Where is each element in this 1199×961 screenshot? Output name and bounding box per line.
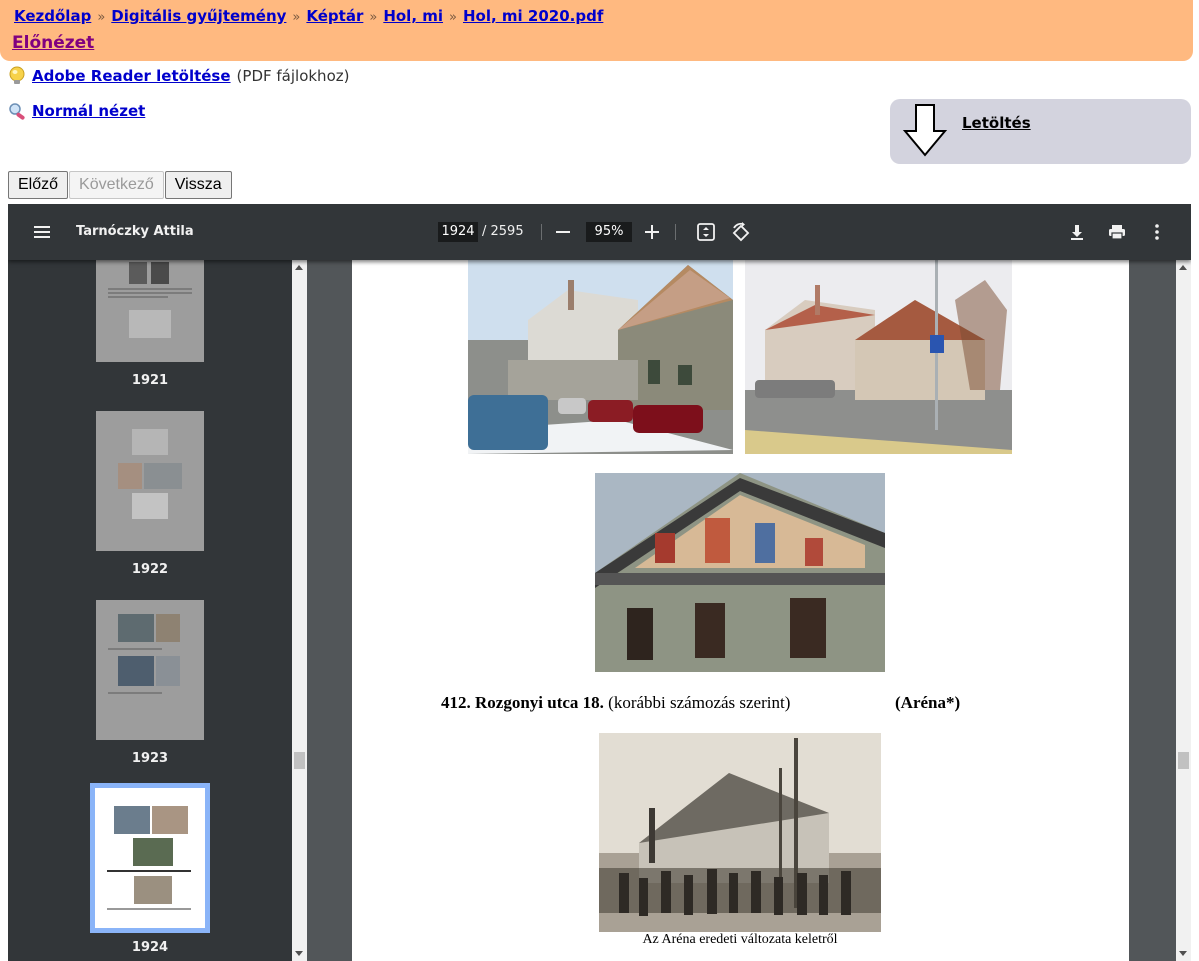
page-nav-buttons: Előző Következő Vissza	[8, 171, 232, 199]
sidebar-scrollbar[interactable]	[292, 260, 307, 961]
breadcrumb-hol-mi[interactable]: Hol, mi	[383, 7, 443, 25]
thumbnail-label: 1924	[131, 940, 169, 955]
toolbar-divider	[541, 224, 542, 240]
download-link[interactable]: Letöltés	[962, 114, 1031, 132]
back-button[interactable]: Vissza	[164, 171, 232, 199]
thumbnail-page-1922[interactable]	[96, 411, 204, 551]
next-button: Következő	[69, 171, 164, 199]
download-icon[interactable]	[1068, 222, 1086, 246]
top-banner: Kezdőlap » Digitális gyűjtemény » Képtár » Hol…	[0, 0, 1193, 61]
normal-view-link[interactable]: Normál nézet	[32, 102, 145, 120]
breadcrumb-separator: »	[369, 10, 378, 25]
thumbnail-page-1924[interactable]	[90, 783, 210, 933]
breadcrumb: Kezdőlap » Digitális gyűjtemény » Képtár » Hol…	[14, 6, 1193, 28]
photo-street-view	[745, 260, 1012, 454]
section-heading: 412. Rozgonyi utca 18. (korábbi számozás…	[441, 693, 790, 713]
normal-view-row: Normál nézet	[8, 102, 145, 120]
section-tag: (Aréna*)	[895, 693, 961, 712]
zoom-in-icon[interactable]	[645, 222, 659, 246]
photo-snowy-street	[468, 260, 733, 454]
breadcrumb-gallery[interactable]: Képtár	[306, 7, 363, 25]
prev-button[interactable]: Előző	[8, 171, 69, 199]
preview-link[interactable]: Előnézet	[12, 33, 94, 53]
more-options-icon[interactable]	[1149, 222, 1165, 246]
thumbnail-label: 1923	[131, 751, 169, 766]
rotate-icon[interactable]	[731, 222, 751, 246]
breadcrumb-separator: »	[292, 10, 301, 25]
breadcrumb-digital-collection[interactable]: Digitális gyűjtemény	[111, 7, 286, 25]
page-scrollbar[interactable]	[1176, 260, 1191, 961]
photo-historic-arena	[599, 733, 881, 932]
pdf-viewer: Tarnóczky Attila 1924 / 2595 95% 1921 19…	[8, 204, 1191, 961]
thumbnail-page-1923[interactable]	[96, 600, 204, 740]
fit-page-icon[interactable]	[696, 222, 716, 246]
adobe-note: (PDF fájlokhoz)	[236, 67, 350, 85]
lightbulb-icon	[8, 66, 26, 86]
thumbnail-sidebar[interactable]: 1921 1922 1923 1924	[8, 260, 292, 961]
adobe-reader-link[interactable]: Adobe Reader letöltése	[32, 67, 231, 85]
download-box[interactable]: Letöltés	[890, 99, 1191, 164]
magnifier-icon	[8, 102, 30, 120]
adobe-reader-row: Adobe Reader letöltése (PDF fájlokhoz)	[8, 66, 349, 86]
breadcrumb-home[interactable]: Kezdőlap	[14, 7, 91, 25]
thumbnail-page-1921[interactable]	[96, 260, 204, 362]
zoom-out-icon[interactable]	[556, 222, 570, 246]
thumbnail-label: 1921	[131, 373, 169, 388]
section-heading-bold: 412. Rozgonyi utca 18.	[441, 693, 604, 712]
pdf-toolbar: Tarnóczky Attila 1924 / 2595 95%	[8, 204, 1191, 260]
breadcrumb-pdf[interactable]: Hol, mi 2020.pdf	[463, 7, 603, 25]
menu-icon[interactable]	[34, 224, 50, 243]
pdf-page: 412. Rozgonyi utca 18. (korábbi számozás…	[352, 260, 1129, 961]
page-number-input[interactable]: 1924	[438, 222, 478, 242]
section-heading-note: (korábbi számozás szerint)	[603, 693, 791, 712]
page-total: / 2595	[482, 224, 524, 239]
photo-fresco-gable	[595, 473, 885, 672]
breadcrumb-separator: »	[449, 10, 457, 25]
breadcrumb-separator: »	[97, 10, 106, 25]
toolbar-divider	[675, 224, 676, 240]
print-icon[interactable]	[1107, 222, 1127, 246]
download-arrow-icon	[902, 103, 948, 161]
thumbnail-label: 1922	[131, 562, 169, 577]
zoom-level-input[interactable]: 95%	[586, 222, 632, 242]
document-title: Tarnóczky Attila	[76, 224, 194, 239]
photo-caption: Az Aréna eredeti változata keletről	[642, 932, 838, 947]
